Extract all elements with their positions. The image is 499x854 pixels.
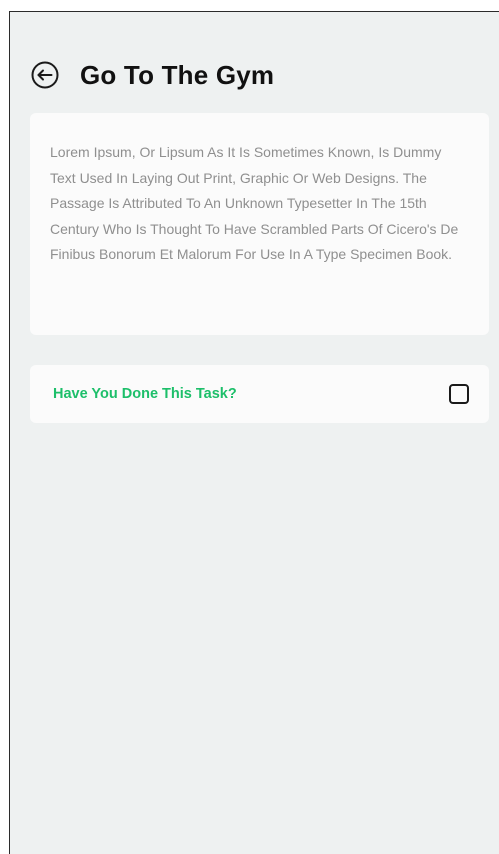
task-done-checkbox[interactable] — [449, 384, 469, 404]
task-question-label: Have You Done This Task? — [53, 386, 237, 402]
arrow-left-circle-icon — [31, 61, 59, 89]
back-button[interactable] — [30, 60, 60, 90]
task-completion-card[interactable]: Have You Done This Task? — [30, 365, 489, 423]
app-screen: Go To The Gym Lorem Ipsum, Or Lipsum As … — [9, 11, 499, 854]
description-card: Lorem Ipsum, Or Lipsum As It Is Sometime… — [30, 113, 489, 335]
description-text: Lorem Ipsum, Or Lipsum As It Is Sometime… — [50, 144, 459, 262]
header: Go To The Gym — [30, 57, 274, 93]
page-title: Go To The Gym — [80, 59, 275, 90]
